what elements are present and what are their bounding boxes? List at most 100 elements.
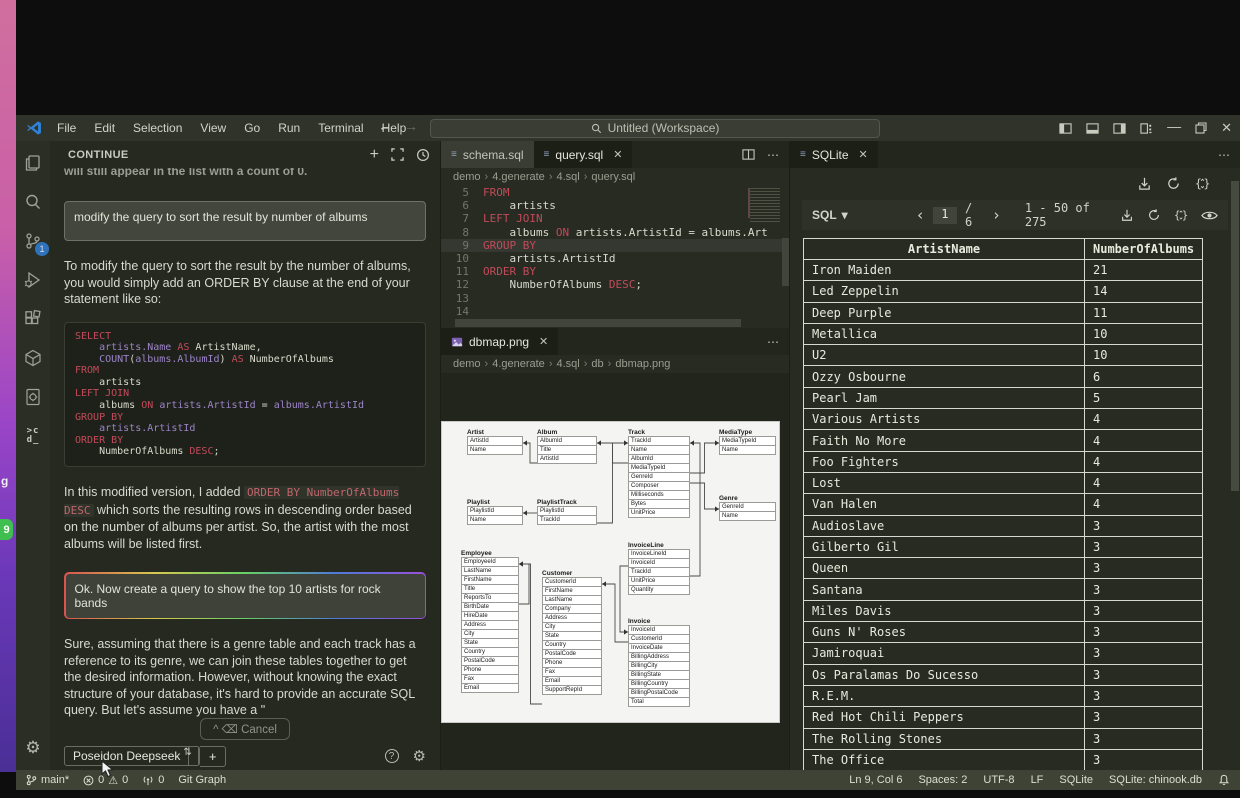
- encoding[interactable]: UTF-8: [983, 774, 1014, 786]
- table-row[interactable]: Deep Purple11: [804, 302, 1203, 323]
- tab-sqlite[interactable]: ≡ SQLite ✕: [790, 141, 878, 168]
- run-debug-icon[interactable]: [21, 268, 45, 292]
- table-row[interactable]: The Rolling Stones3: [804, 728, 1203, 749]
- sql-code-editor[interactable]: 5FROM6 artists7LEFT JOIN8 albums ON arti…: [441, 186, 789, 318]
- command-center-search[interactable]: Untitled (Workspace): [430, 119, 880, 138]
- history-icon[interactable]: [416, 148, 430, 162]
- toggle-panel-icon[interactable]: [1086, 122, 1099, 135]
- table-row[interactable]: Jamiroquai3: [804, 643, 1203, 664]
- minimap[interactable]: [750, 188, 780, 224]
- close-button[interactable]: ✕: [1221, 120, 1232, 136]
- breadcrumb-item[interactable]: 4.sql: [556, 358, 579, 370]
- sqlite-db-indicator[interactable]: SQLite: chinook.db: [1109, 774, 1202, 786]
- container-cube-icon[interactable]: [21, 346, 45, 370]
- eol[interactable]: LF: [1031, 774, 1044, 786]
- breadcrumb-item[interactable]: 4.generate: [492, 171, 545, 183]
- indentation[interactable]: Spaces: 2: [918, 774, 967, 786]
- cursor-position[interactable]: Ln 9, Col 6: [849, 774, 902, 786]
- table-row[interactable]: Faith No More4: [804, 430, 1203, 451]
- export-icon[interactable]: [1137, 176, 1152, 191]
- user-message[interactable]: modify the query to sort the result by n…: [64, 201, 426, 241]
- eye-icon[interactable]: [1201, 208, 1218, 223]
- close-tab-icon[interactable]: ✕: [613, 148, 622, 161]
- manage-gear-icon[interactable]: ⚙: [25, 738, 40, 758]
- branch-indicator[interactable]: main*: [26, 774, 69, 786]
- menu-run[interactable]: Run: [271, 119, 307, 137]
- split-editor-icon[interactable]: [742, 148, 755, 161]
- menu-file[interactable]: File: [50, 119, 83, 137]
- model-selector[interactable]: Poseidon Deepseek ⇅: [64, 746, 200, 766]
- more-actions-icon[interactable]: ⋯: [767, 335, 779, 349]
- table-row[interactable]: Audioslave3: [804, 515, 1203, 536]
- customize-layout-icon[interactable]: [1140, 122, 1153, 135]
- table-row[interactable]: Red Hot Chili Peppers3: [804, 707, 1203, 728]
- refresh-icon[interactable]: [1166, 176, 1181, 191]
- tab-query-sql[interactable]: ≡ query.sql ✕: [534, 141, 633, 168]
- toggle-secondary-sidebar-icon[interactable]: [1113, 122, 1126, 135]
- table-row[interactable]: Various Artists4: [804, 409, 1203, 430]
- editor-vertical-scrollbar[interactable]: [782, 238, 789, 286]
- table-row[interactable]: Lost4: [804, 472, 1203, 493]
- menu-view[interactable]: View: [193, 119, 233, 137]
- user-message[interactable]: Ok. Now create a query to show the top 1…: [66, 574, 425, 618]
- cancel-generation-button[interactable]: ^ ⌫ Cancel: [200, 718, 290, 740]
- continue-extension-icon[interactable]: >cd_: [21, 424, 45, 448]
- table-row[interactable]: Queen3: [804, 558, 1203, 579]
- breadcrumb-item[interactable]: dbmap.png: [615, 358, 670, 370]
- back-arrow-icon[interactable]: ←: [378, 118, 392, 134]
- column-header[interactable]: ArtistName: [804, 239, 1085, 260]
- editor-horizontal-scrollbar[interactable]: [441, 318, 789, 328]
- breadcrumb-item[interactable]: demo: [453, 171, 481, 183]
- menu-go[interactable]: Go: [237, 119, 267, 137]
- search-sidebar-icon[interactable]: [21, 190, 45, 214]
- braces-sync-icon[interactable]: {}: [1174, 208, 1188, 222]
- add-model-button[interactable]: +: [200, 746, 227, 767]
- breadcrumb-item[interactable]: 4.generate: [492, 358, 545, 370]
- panel-vertical-scrollbar[interactable]: [1231, 181, 1239, 491]
- table-row[interactable]: Led Zeppelin14: [804, 281, 1203, 302]
- ports-indicator[interactable]: 0: [142, 774, 164, 786]
- refresh-icon[interactable]: [1147, 208, 1161, 222]
- chat-scroll-area[interactable]: will still appear in the list with a cou…: [50, 168, 440, 718]
- menu-terminal[interactable]: Terminal: [311, 119, 370, 137]
- tab-dbmap-png[interactable]: dbmap.png ✕: [441, 328, 558, 355]
- mode-dropdown[interactable]: SQL▾: [812, 208, 848, 222]
- table-row[interactable]: Miles Davis3: [804, 600, 1203, 621]
- chat-settings-gear-icon[interactable]: ⚙: [413, 747, 426, 765]
- language-mode[interactable]: SQLite: [1059, 774, 1093, 786]
- extensions-icon[interactable]: [21, 307, 45, 331]
- table-row[interactable]: Os Paralamas Do Sucesso3: [804, 664, 1203, 685]
- more-actions-icon[interactable]: ⋯: [767, 148, 779, 162]
- menu-selection[interactable]: Selection: [126, 119, 189, 137]
- restore-button[interactable]: [1195, 122, 1207, 134]
- menu-edit[interactable]: Edit: [87, 119, 122, 137]
- toggle-primary-sidebar-icon[interactable]: [1059, 122, 1072, 135]
- breadcrumb-item[interactable]: query.sql: [591, 171, 635, 183]
- close-tab-icon[interactable]: ✕: [859, 148, 868, 161]
- tab-schema-sql[interactable]: ≡ schema.sql: [441, 141, 534, 168]
- prev-page-icon[interactable]: ‹: [916, 206, 925, 224]
- source-control-icon[interactable]: 1: [21, 229, 45, 253]
- new-session-icon[interactable]: +: [370, 146, 379, 164]
- notebook-settings-icon[interactable]: [21, 385, 45, 409]
- table-row[interactable]: Foo Fighters4: [804, 451, 1203, 472]
- table-row[interactable]: U210: [804, 345, 1203, 366]
- breadcrumb[interactable]: demo›4.generate›4.sql›db›dbmap.png: [441, 355, 789, 373]
- forward-arrow-icon[interactable]: →: [404, 118, 418, 134]
- table-row[interactable]: Pearl Jam5: [804, 387, 1203, 408]
- fullscreen-icon[interactable]: [391, 148, 404, 161]
- table-row[interactable]: The Office3: [804, 749, 1203, 770]
- breadcrumb-item[interactable]: 4.sql: [556, 171, 579, 183]
- table-row[interactable]: R.E.M.3: [804, 685, 1203, 706]
- table-row[interactable]: Guns N' Roses3: [804, 622, 1203, 643]
- git-graph-button[interactable]: Git Graph: [178, 774, 226, 786]
- table-row[interactable]: Van Halen4: [804, 494, 1203, 515]
- breadcrumb[interactable]: demo›4.generate›4.sql›query.sql: [441, 168, 789, 186]
- breadcrumb-item[interactable]: db: [591, 358, 603, 370]
- minimize-button[interactable]: —: [1167, 118, 1181, 134]
- explorer-icon[interactable]: [21, 151, 45, 175]
- braces-sync-icon[interactable]: {}: [1195, 176, 1210, 191]
- table-row[interactable]: Gilberto Gil3: [804, 536, 1203, 557]
- table-row[interactable]: Ozzy Osbourne6: [804, 366, 1203, 387]
- more-actions-icon[interactable]: ⋯: [1218, 148, 1230, 162]
